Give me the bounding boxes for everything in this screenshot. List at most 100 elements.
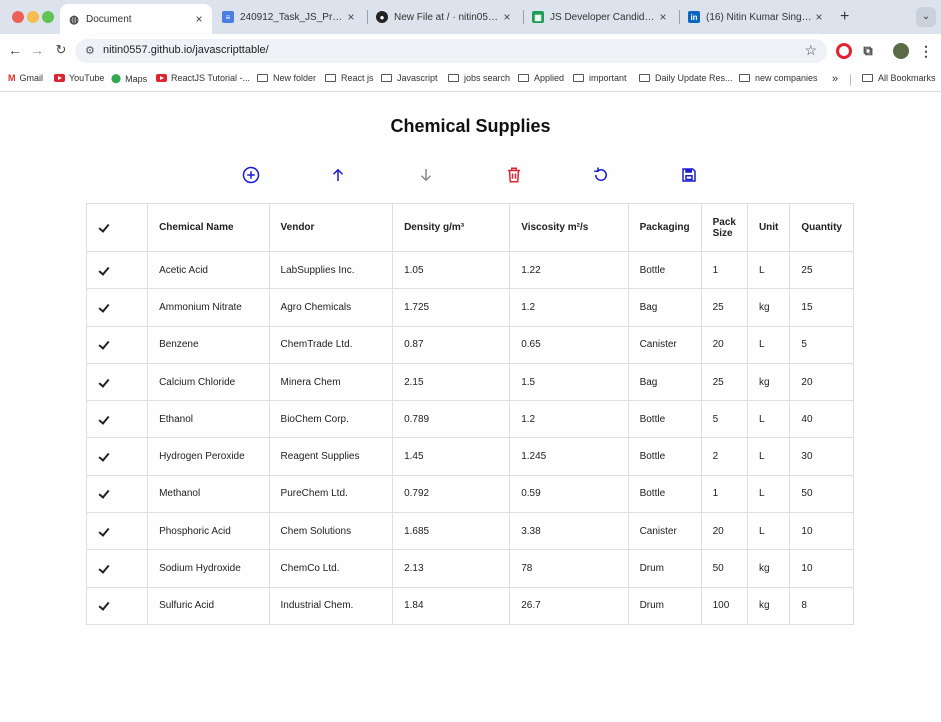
cell-viscosity[interactable]: 1.2 xyxy=(509,288,629,327)
site-settings-icon[interactable]: ⚙ xyxy=(85,44,95,57)
table-row[interactable]: Phosphoric Acid Chem Solutions 1.685 3.38 Ca… xyxy=(85,512,854,551)
cell-unit[interactable]: kg xyxy=(746,362,791,402)
add-row-button[interactable] xyxy=(240,164,262,186)
close-window-button[interactable] xyxy=(12,11,24,23)
cell-unit[interactable]: L xyxy=(746,250,791,290)
cell-packaging[interactable]: Canister xyxy=(627,512,702,551)
maximize-window-button[interactable] xyxy=(42,11,54,23)
row-select-checkbox[interactable] xyxy=(85,250,149,290)
browser-tab-sheets[interactable]: ▦ JS Developer Candidate info × xyxy=(524,4,676,30)
minimize-window-button[interactable] xyxy=(27,11,39,23)
column-header-quantity[interactable]: Quantity xyxy=(789,203,854,252)
cell-vendor[interactable]: Agro Chemicals xyxy=(268,288,394,327)
bookmark-star-icon[interactable]: ☆ xyxy=(804,42,817,59)
browser-tab-document[interactable]: ◍ Document × xyxy=(60,4,212,34)
cell-chemical-name[interactable]: Hydrogen Peroxide xyxy=(147,437,270,476)
back-arrow-icon[interactable]: ← xyxy=(6,42,24,58)
column-header-unit[interactable]: Unit xyxy=(746,203,791,252)
cell-density[interactable]: 2.15 xyxy=(392,362,511,402)
close-tab-icon[interactable]: × xyxy=(192,12,206,26)
cell-chemical-name[interactable]: Calcium Chloride xyxy=(147,362,270,402)
table-row[interactable]: Acetic Acid LabSupplies Inc. 1.05 1.22 Bottl… xyxy=(85,250,854,290)
cell-chemical-name[interactable]: Benzene xyxy=(147,325,270,364)
refresh-button[interactable] xyxy=(590,164,612,186)
cell-density[interactable]: 2.13 xyxy=(392,549,511,588)
close-tab-icon[interactable]: × xyxy=(344,10,358,24)
table-row[interactable]: Hydrogen Peroxide Reagent Supplies 1.45 1.2… xyxy=(85,437,854,476)
cell-pack-size[interactable]: 25 xyxy=(700,288,748,327)
cell-vendor[interactable]: Minera Chem xyxy=(268,362,394,402)
row-select-checkbox[interactable] xyxy=(85,325,149,364)
bookmark-new-companies[interactable]: new companies xyxy=(739,73,818,83)
column-header-chemical-name[interactable]: Chemical Name xyxy=(147,203,270,252)
column-header-packaging[interactable]: Packaging xyxy=(627,203,702,252)
cell-density[interactable]: 1.725 xyxy=(392,288,511,327)
bookmark-applied[interactable]: Applied xyxy=(518,73,564,83)
cell-pack-size[interactable]: 2 xyxy=(700,437,748,476)
column-header-vendor[interactable]: Vendor xyxy=(268,203,394,252)
cell-unit[interactable]: kg xyxy=(746,586,791,625)
cell-quantity[interactable]: 10 xyxy=(789,549,854,588)
cell-density[interactable]: 0.792 xyxy=(392,474,511,514)
cell-packaging[interactable]: Bottle xyxy=(627,250,702,290)
cell-chemical-name[interactable]: Sulfuric Acid xyxy=(147,586,270,625)
cell-chemical-name[interactable]: Ethanol xyxy=(147,400,270,439)
cell-chemical-name[interactable]: Sodium Hydroxide xyxy=(147,549,270,588)
forward-arrow-icon[interactable]: → xyxy=(28,42,46,58)
cell-quantity[interactable]: 30 xyxy=(789,437,854,476)
profile-avatar[interactable] xyxy=(893,43,909,59)
cell-density[interactable]: 0.789 xyxy=(392,400,511,439)
extensions-puzzle-icon[interactable]: ⧉ xyxy=(860,43,876,59)
cell-packaging[interactable]: Drum xyxy=(627,549,702,588)
table-row[interactable]: Sodium Hydroxide ChemCo Ltd. 2.13 78 Drum 50 k… xyxy=(85,549,854,588)
cell-viscosity[interactable]: 1.22 xyxy=(509,250,629,290)
close-tab-icon[interactable]: × xyxy=(500,10,514,24)
move-up-button[interactable] xyxy=(327,164,349,186)
cell-packaging[interactable]: Bottle xyxy=(627,437,702,476)
cell-viscosity[interactable]: 78 xyxy=(509,549,629,588)
cell-quantity[interactable]: 50 xyxy=(789,474,854,514)
cell-packaging[interactable]: Bottle xyxy=(627,474,702,514)
column-header-pack-size[interactable]: Pack Size xyxy=(700,203,748,252)
select-all-checkbox[interactable] xyxy=(85,203,149,252)
browser-tab-linkedin[interactable]: in (16) Nitin Kumar Singh | Linke × xyxy=(680,4,832,30)
cell-density[interactable]: 1.05 xyxy=(392,250,511,290)
bookmark-reactjs-tutorial[interactable]: ReactJS Tutorial -... xyxy=(156,73,250,83)
bookmark-javascript[interactable]: Javascript xyxy=(381,73,438,83)
browser-tab-github[interactable]: ● New File at / · nitin0557/javas × xyxy=(368,4,520,30)
url-text[interactable]: nitin0557.github.io/javascripttable/ xyxy=(103,44,269,56)
cell-packaging[interactable]: Bag xyxy=(627,362,702,402)
bookmark-gmail[interactable]: M Gmail xyxy=(8,73,43,83)
row-select-checkbox[interactable] xyxy=(85,549,149,588)
cell-pack-size[interactable]: 25 xyxy=(700,362,748,402)
table-row[interactable]: Benzene ChemTrade Ltd. 0.87 0.65 Canister 20 L… xyxy=(85,325,854,364)
cell-viscosity[interactable]: 0.65 xyxy=(509,325,629,364)
cell-unit[interactable]: L xyxy=(746,325,791,364)
cell-quantity[interactable]: 8 xyxy=(789,586,854,625)
cell-viscosity[interactable]: 1.2 xyxy=(509,400,629,439)
move-down-button[interactable] xyxy=(415,164,437,186)
table-row[interactable]: Calcium Chloride Minera Chem 2.15 1.5 Bag 25 k… xyxy=(85,362,854,402)
cell-viscosity[interactable]: 26.7 xyxy=(509,586,629,625)
cell-pack-size[interactable]: 5 xyxy=(700,400,748,439)
cell-quantity[interactable]: 10 xyxy=(789,512,854,551)
cell-vendor[interactable]: Chem Solutions xyxy=(268,512,394,551)
delete-button[interactable] xyxy=(503,164,525,186)
cell-chemical-name[interactable]: Acetic Acid xyxy=(147,250,270,290)
bookmarks-overflow-button[interactable]: » xyxy=(832,73,838,85)
new-tab-button[interactable]: + xyxy=(840,8,849,26)
cell-quantity[interactable]: 5 xyxy=(789,325,854,364)
cell-vendor[interactable]: LabSupplies Inc. xyxy=(268,250,394,290)
bookmark-youtube[interactable]: YouTube xyxy=(54,73,104,83)
cell-density[interactable]: 1.84 xyxy=(392,586,511,625)
cell-packaging[interactable]: Canister xyxy=(627,325,702,364)
cell-quantity[interactable]: 25 xyxy=(789,250,854,290)
table-row[interactable]: Methanol PureChem Ltd. 0.792 0.59 Bottle 1 L 50 xyxy=(85,474,854,514)
all-bookmarks-button[interactable]: All Bookmarks xyxy=(862,73,936,83)
table-row[interactable]: Ethanol BioChem Corp. 0.789 1.2 Bottle 5 L 40 xyxy=(85,400,854,439)
cell-density[interactable]: 1.45 xyxy=(392,437,511,476)
cell-unit[interactable]: L xyxy=(746,474,791,514)
cell-unit[interactable]: L xyxy=(746,400,791,439)
cell-pack-size[interactable]: 20 xyxy=(700,325,748,364)
cell-chemical-name[interactable]: Phosphoric Acid xyxy=(147,512,270,551)
